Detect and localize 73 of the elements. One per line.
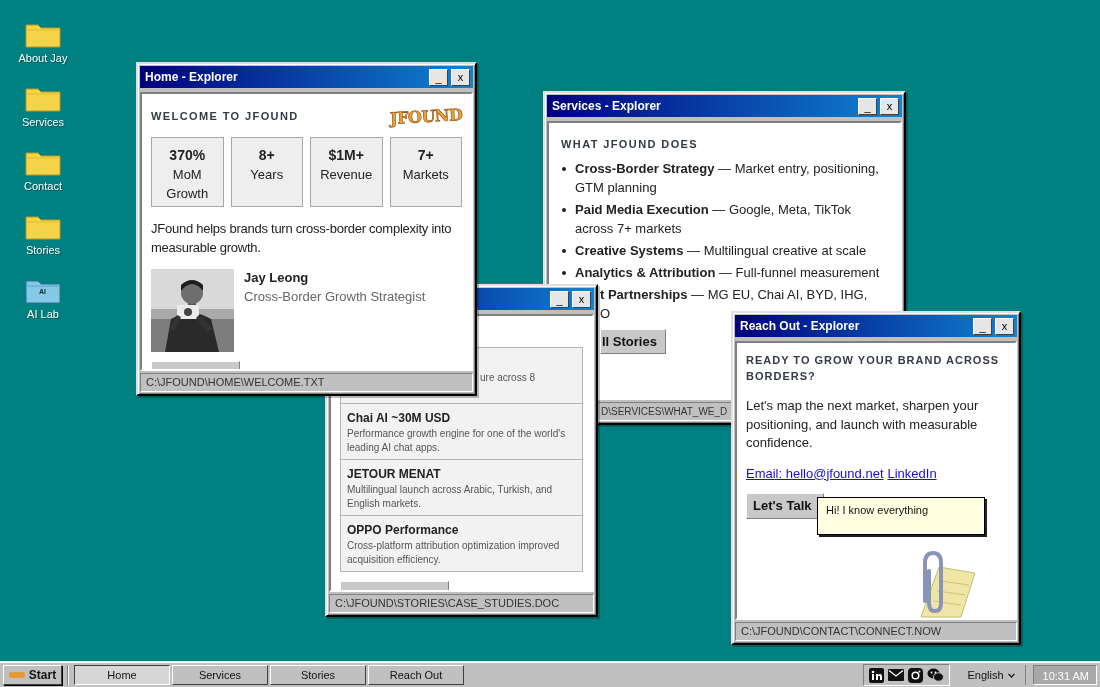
case-description: Multilingual launch across Arabic, Turkish, and English markets. [347, 483, 554, 511]
service-item: Cross-Border Strategy — Market entry, positioning, GTM planning [575, 160, 880, 197]
chat-icon[interactable] [927, 668, 945, 682]
profile-name: Jay Leong [244, 270, 310, 286]
bullet-icon [562, 271, 566, 275]
window-title: Services - Explorer [552, 99, 662, 113]
service-item: Analytics & Attribution — Full-funnel measurement [575, 264, 880, 282]
caret-icon [1007, 672, 1015, 678]
service-item: Creative Systems — Multilingual creative at scale [575, 242, 867, 260]
close-button[interactable]: x [572, 290, 591, 308]
section-heading: WELCOME TO JFOUND [151, 109, 299, 124]
section-heading: WHAT JFOUND DOES [561, 138, 699, 150]
contact-link[interactable]: LinkedIn [887, 464, 937, 483]
folder-icon[interactable] [25, 86, 61, 112]
taskbar-button[interactable]: Home [74, 665, 170, 685]
icon-label[interactable]: Stories [25, 244, 61, 257]
intro-text: JFound helps brands turn cross-border complexity into measurable growth. [151, 220, 453, 257]
clock: 10:31 AM [1032, 665, 1097, 685]
logo: JFOUND [389, 104, 463, 128]
case-title: Chai AI ~30M USD [347, 410, 451, 427]
stat-value: 370% [169, 146, 206, 165]
case-description: Cross-platform attribution optimization improved acquisition efficiency. [347, 539, 561, 567]
language-select[interactable]: English [953, 665, 1026, 685]
minimize-button[interactable]: _ [858, 97, 877, 115]
folder-icon[interactable] [25, 214, 61, 240]
folder-icon[interactable] [25, 150, 61, 176]
talk-button[interactable]: Let's Talk [746, 492, 825, 519]
stat-label: MoM Growth [165, 166, 210, 203]
stat-value: 7+ [417, 146, 434, 165]
status-bar: C:\JFOUND\HOME\WELCOME.TXT [140, 373, 473, 392]
case-title: OPPO Performance [347, 522, 459, 539]
start-button[interactable]: Start [3, 665, 62, 685]
minimize-button[interactable]: _ [550, 290, 569, 308]
close-button[interactable]: x [995, 317, 1014, 335]
case-description: ure across 8 [480, 371, 536, 385]
speech-bubble: Hi! I know everything [817, 497, 985, 535]
service-item: t Partnerships — MG EU, Chai AI, BYD, IHG, O [600, 286, 868, 321]
status-bar: C:\JFOUND\CONTACT\CONNECT.NOW [735, 622, 1017, 641]
window-title: Reach Out - Explorer [740, 319, 861, 333]
close-button[interactable]: x [880, 97, 899, 115]
status-bar: C:\JFOUND\STORIES\CASE_STUDIES.DOC [329, 594, 594, 613]
bullet-icon [562, 208, 566, 212]
stat-value: $1M+ [328, 146, 364, 165]
icon-label[interactable]: AI Lab [27, 308, 59, 321]
logo-icon [8, 671, 25, 679]
icon-label[interactable]: About Jay [18, 52, 68, 65]
window-title: Home - Explorer [145, 70, 239, 84]
mail-icon[interactable] [888, 669, 905, 681]
taskbar-button[interactable]: Stories [270, 665, 366, 685]
contact-link[interactable]: Email: hello@jfound.net [746, 464, 884, 483]
minimize-button[interactable]: _ [973, 317, 992, 335]
icon-label[interactable]: Services [21, 116, 65, 129]
stat-label: Revenue [320, 166, 373, 184]
profile-role: Cross-Border Growth Strategist [244, 289, 426, 305]
taskbar-button[interactable]: Reach Out [368, 665, 464, 685]
case-title: JETOUR MENAT [347, 466, 441, 483]
stories-button[interactable]: ll Stories [600, 329, 666, 354]
folder-icon[interactable] [25, 278, 61, 304]
stat-value: 8+ [258, 146, 275, 165]
taskbar-button[interactable]: Services [172, 665, 268, 685]
section-heading: READY TO GROW YOUR BRAND ACROSS BORDERS? [746, 353, 1001, 384]
minimize-button[interactable]: _ [429, 68, 448, 86]
folder-icon[interactable] [25, 22, 61, 48]
close-button[interactable]: x [451, 68, 470, 86]
icon-label[interactable]: Contact [24, 180, 62, 193]
bullet-icon [562, 249, 566, 253]
case-description: Performance growth engine for one of the world's leading AI chat apps. [347, 427, 567, 455]
stat-label: Markets [402, 166, 449, 184]
camera-icon[interactable] [908, 667, 924, 683]
linkedin-icon[interactable] [869, 667, 885, 683]
bullet-icon [562, 167, 566, 171]
stat-label: Years [250, 166, 284, 184]
service-item: Paid Media Execution — Google, Meta, TikTok across 7+ markets [575, 201, 852, 238]
